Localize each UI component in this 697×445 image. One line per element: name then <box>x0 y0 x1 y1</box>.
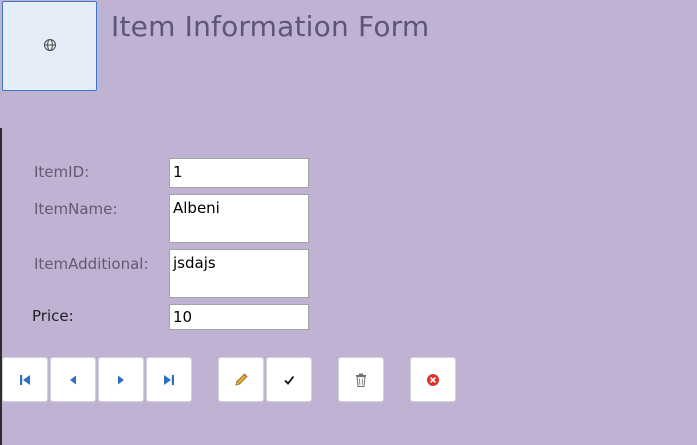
next-record-icon <box>115 374 127 386</box>
close-button[interactable] <box>410 357 456 402</box>
previous-record-icon <box>67 374 79 386</box>
trash-icon <box>354 372 368 388</box>
page-title: Item Information Form <box>111 10 430 43</box>
edit-button[interactable] <box>218 357 264 402</box>
item-id-label: ItemID: <box>34 163 90 181</box>
previous-record-button[interactable] <box>50 357 96 402</box>
first-record-icon <box>18 373 32 387</box>
checkmark-icon <box>283 374 295 386</box>
item-id-field[interactable]: 1 <box>169 158 309 188</box>
save-button[interactable] <box>266 357 312 402</box>
last-record-button[interactable] <box>146 357 192 402</box>
form-logo <box>2 1 97 91</box>
close-circle-icon <box>426 373 440 387</box>
item-additional-label: ItemAdditional: <box>34 255 149 273</box>
last-record-icon <box>162 373 176 387</box>
item-name-label: ItemName: <box>34 200 118 218</box>
next-record-button[interactable] <box>98 357 144 402</box>
item-name-field[interactable]: Albeni <box>169 194 309 243</box>
pencil-icon <box>233 372 249 388</box>
globe-icon <box>43 37 57 56</box>
item-additional-field[interactable]: jsdajs <box>169 249 309 298</box>
first-record-button[interactable] <box>2 357 48 402</box>
delete-button[interactable] <box>338 357 384 402</box>
price-label: Price: <box>32 307 74 325</box>
price-field[interactable]: 10 <box>169 304 309 330</box>
